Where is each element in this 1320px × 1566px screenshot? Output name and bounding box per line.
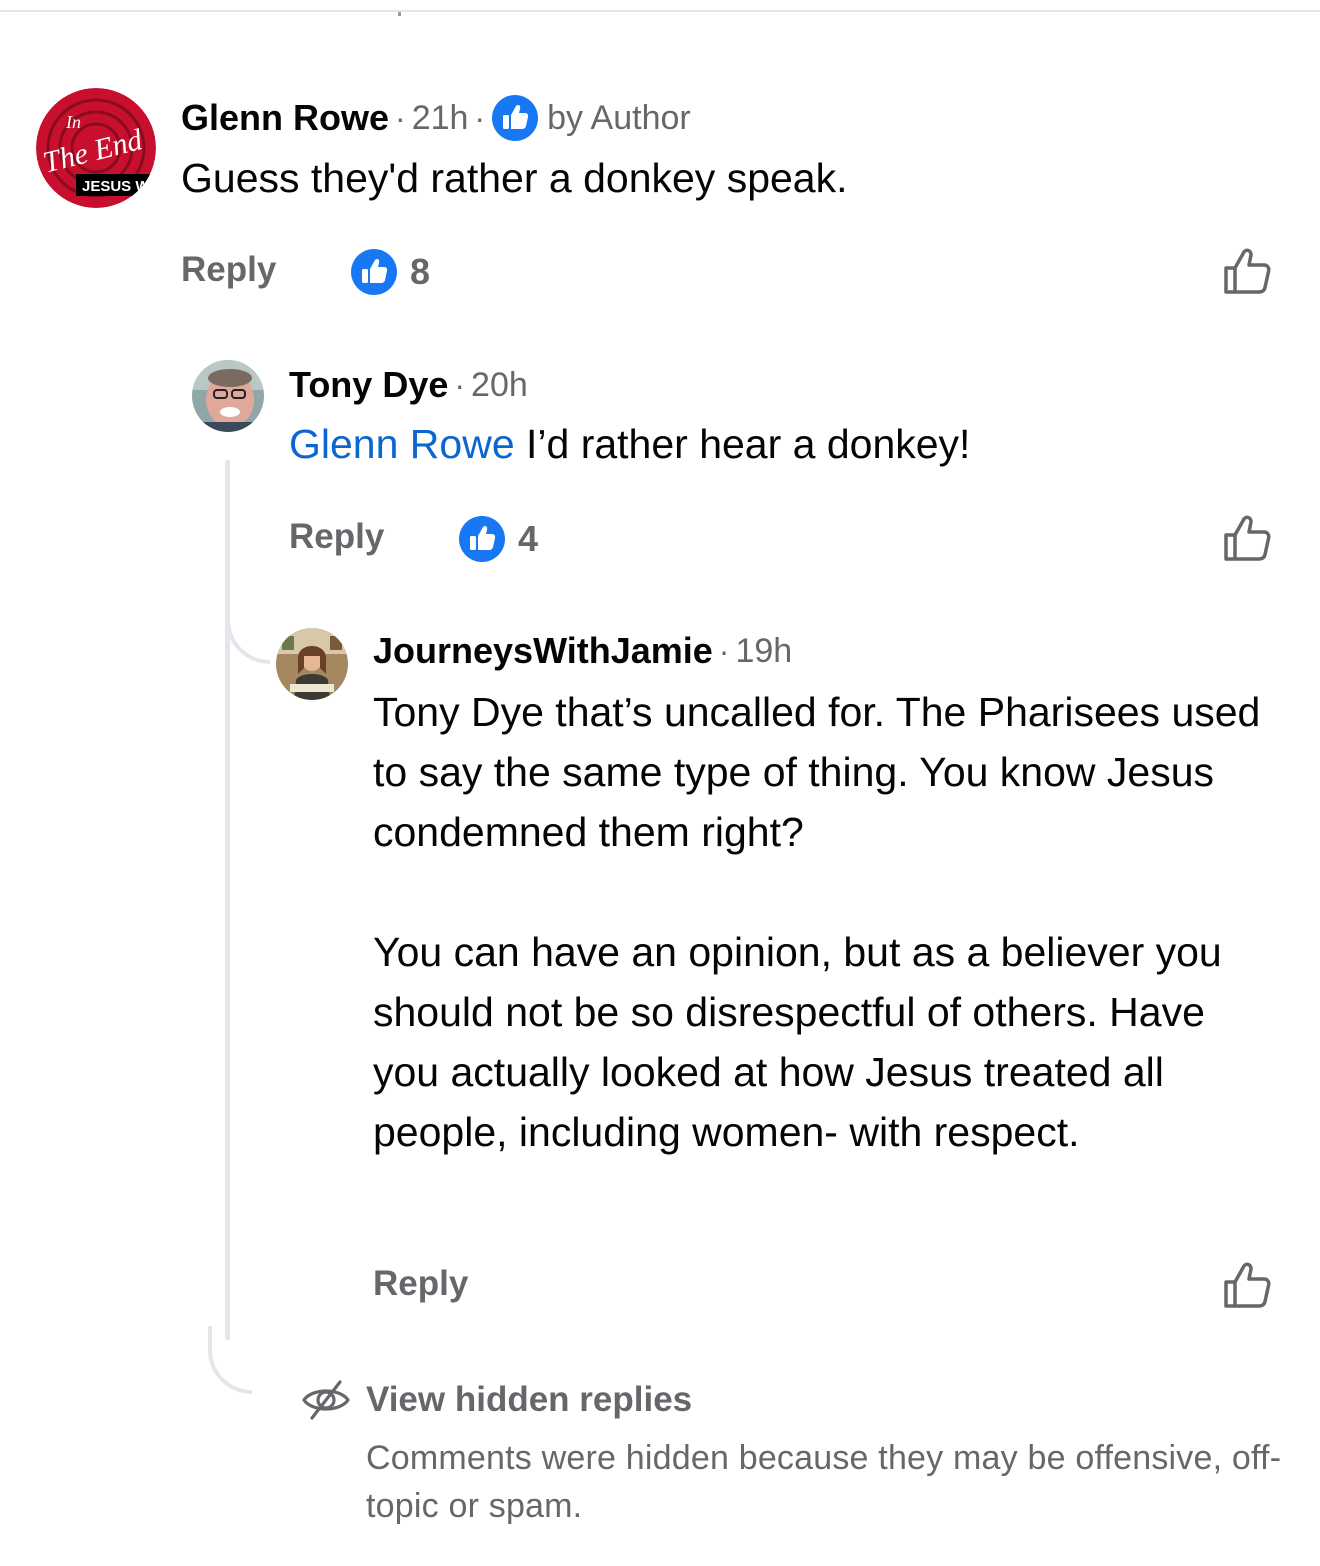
thread-elbow-hidden <box>208 1326 252 1394</box>
thread-line-main <box>225 460 230 1340</box>
thumbs-up-outline-icon <box>1224 1262 1271 1308</box>
thread-elbow-reply2 <box>226 612 270 664</box>
avatar-photo <box>276 628 348 700</box>
author-like-label: by Author <box>547 98 691 137</box>
svg-text:In: In <box>65 112 81 132</box>
reaction-number: 8 <box>410 251 431 292</box>
thumbs-up-outline-icon <box>1224 515 1271 561</box>
thumbs-up-outline-icon <box>1224 248 1271 294</box>
reply1-reaction-count[interactable]: 4 <box>458 515 538 563</box>
hidden-replies-description: Comments were hidden because they may be… <box>366 1439 1282 1525</box>
reply2-author[interactable]: JourneysWithJamie <box>373 630 713 672</box>
avatar-tony-dye[interactable] <box>192 360 264 432</box>
separator-dot: · <box>474 99 486 136</box>
comment-reply-button[interactable]: Reply <box>181 250 276 290</box>
comment-author[interactable]: Glenn Rowe <box>181 97 389 139</box>
reply2-time[interactable]: 19h <box>735 632 792 671</box>
reply1-header: Tony Dye · 20h <box>289 362 528 408</box>
like-reaction-icon <box>458 515 506 563</box>
comment-like-button[interactable] <box>1220 244 1274 298</box>
top-divider-tick <box>398 12 401 16</box>
reply2-like-button[interactable] <box>1220 1258 1274 1312</box>
comment-time[interactable]: 21h <box>412 99 469 138</box>
reply2-header: JourneysWithJamie · 19h <box>373 628 792 674</box>
comment-header: Glenn Rowe · 21h · by Author <box>181 94 691 142</box>
avatar-glenn-rowe[interactable]: In The End JESUS WI <box>36 88 156 208</box>
reply1-text-block: Glenn Rowe I’d rather hear a donkey! <box>289 416 970 472</box>
author-like-icon <box>491 94 539 142</box>
avatar-journeyswithjamie[interactable] <box>276 628 348 700</box>
reply1-like-button[interactable] <box>1220 511 1274 565</box>
reaction-number: 4 <box>518 518 539 559</box>
reply1-reply-button[interactable]: Reply <box>289 517 384 557</box>
svg-text:JESUS WI: JESUS WI <box>82 178 154 195</box>
reply1-author[interactable]: Tony Dye <box>289 364 448 406</box>
reply1-mention-link[interactable]: Glenn Rowe <box>289 421 515 467</box>
separator-dot: · <box>454 366 466 403</box>
separator-dot: · <box>718 632 730 669</box>
view-hidden-replies-label: View hidden replies <box>366 1380 693 1419</box>
avatar-logo-image: In The End JESUS WI <box>36 88 156 208</box>
comment-reaction-count[interactable]: 8 <box>350 248 430 296</box>
top-divider <box>0 10 1320 12</box>
reply2-reply-button[interactable]: Reply <box>373 1264 468 1304</box>
view-hidden-replies-button[interactable]: View hidden replies <box>300 1374 692 1426</box>
avatar-photo <box>192 360 264 432</box>
like-reaction-icon <box>350 248 398 296</box>
separator-dot: · <box>395 99 406 136</box>
eye-slash-icon <box>300 1374 352 1426</box>
comment-text: Guess they'd rather a donkey speak. <box>181 155 848 201</box>
reply1-time[interactable]: 20h <box>471 366 528 405</box>
reply2-text: Tony Dye that’s uncalled for. The Pharis… <box>373 689 1261 1155</box>
reply1-text: I’d rather hear a donkey! <box>514 421 971 467</box>
